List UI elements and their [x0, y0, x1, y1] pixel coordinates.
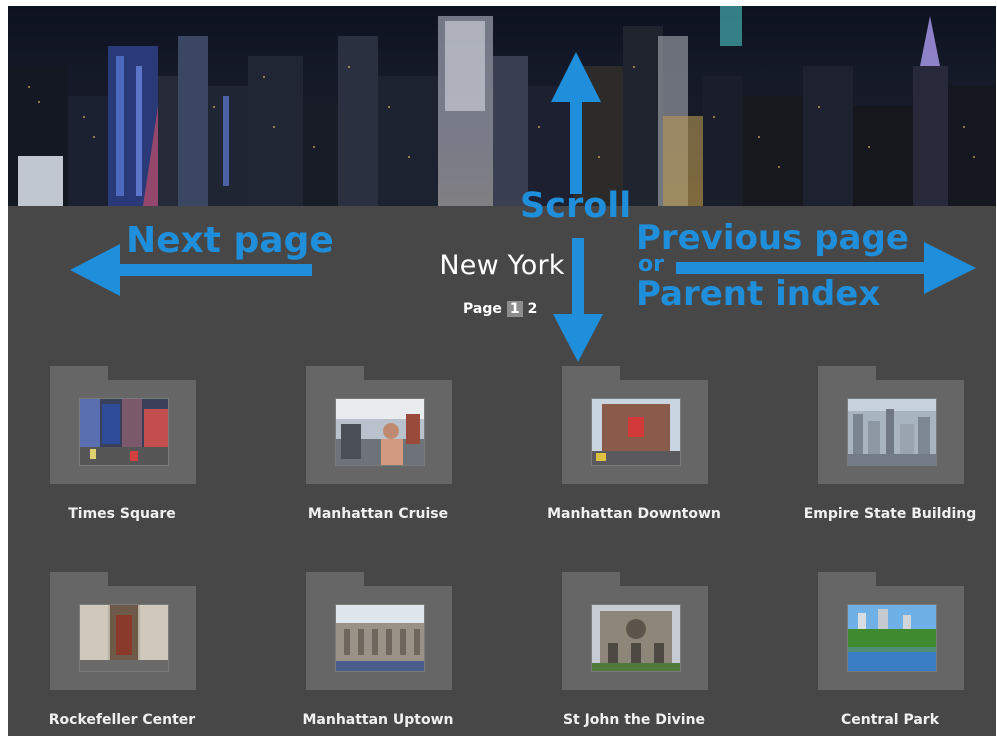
next-page-annotation: Next page [126, 220, 334, 261]
parent-index-annotation: Parent index [636, 274, 881, 314]
previous-page-annotation: Previous page [636, 218, 909, 258]
scroll-annotation: Scroll [520, 186, 632, 226]
arrow-down-icon [553, 238, 603, 362]
gallery-frame: New York Page 1 2 Times Square Manhattan… [8, 6, 996, 736]
annotation-overlay [70, 52, 976, 362]
arrow-up-icon [551, 52, 601, 194]
